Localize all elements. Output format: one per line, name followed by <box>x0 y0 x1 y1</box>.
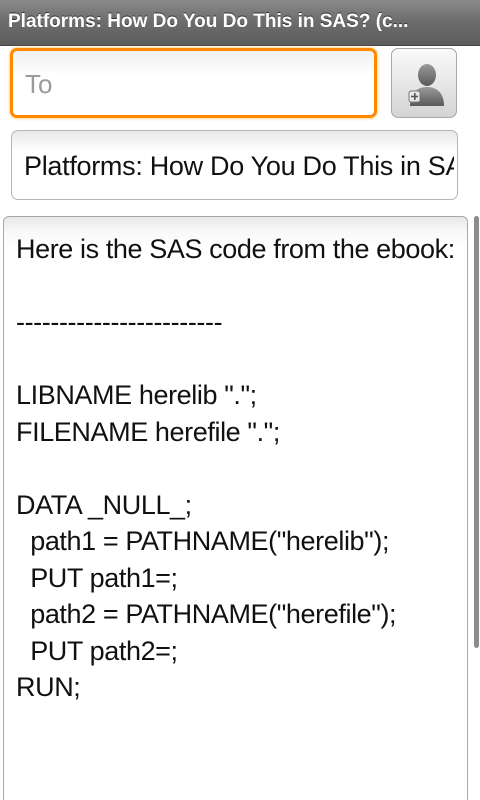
compose-form: Platforms: How Do You Do This in SAS? He… <box>0 46 480 800</box>
add-contact-icon <box>408 64 444 106</box>
to-input[interactable] <box>23 65 367 103</box>
to-field[interactable] <box>10 48 377 118</box>
add-contact-button[interactable] <box>391 48 457 118</box>
scrollbar[interactable] <box>474 216 479 648</box>
message-body-text[interactable]: Here is the SAS code from the ebook: ---… <box>16 231 456 706</box>
title-bar: Platforms: How Do You Do This in SAS? (c… <box>0 0 480 46</box>
message-body-field[interactable]: Here is the SAS code from the ebook: ---… <box>3 216 468 800</box>
subject-input[interactable]: Platforms: How Do You Do This in SAS? <box>24 151 454 182</box>
window-title: Platforms: How Do You Do This in SAS? (c… <box>8 11 409 32</box>
subject-field[interactable]: Platforms: How Do You Do This in SAS? <box>11 130 458 200</box>
